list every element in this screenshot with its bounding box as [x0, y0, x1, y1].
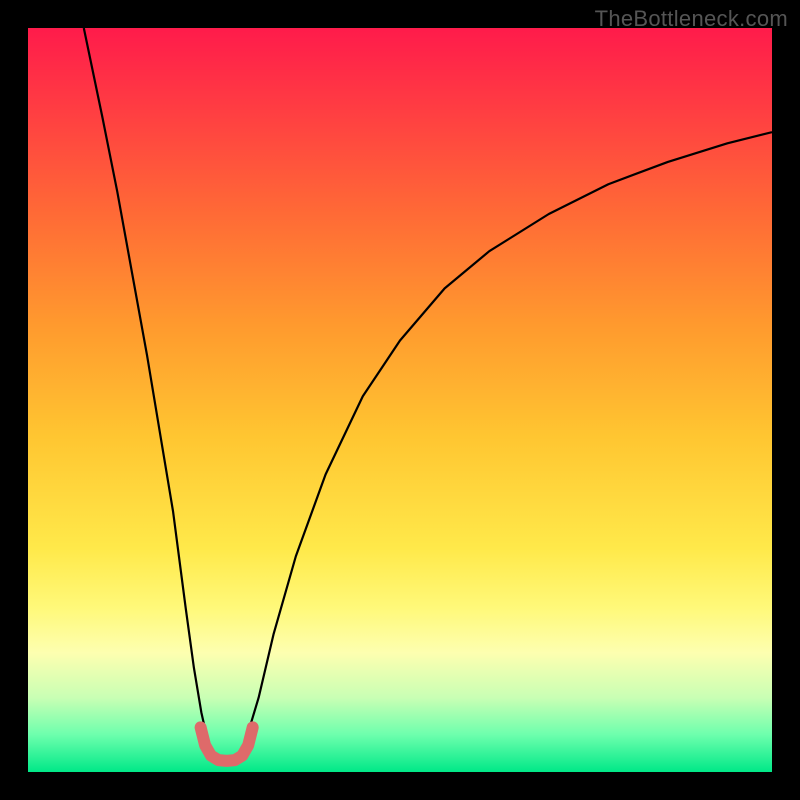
chart-svg [28, 28, 772, 772]
plot-area [28, 28, 772, 772]
chart-frame: TheBottleneck.com [0, 0, 800, 800]
gradient-background [28, 28, 772, 772]
watermark-text: TheBottleneck.com [595, 6, 788, 32]
